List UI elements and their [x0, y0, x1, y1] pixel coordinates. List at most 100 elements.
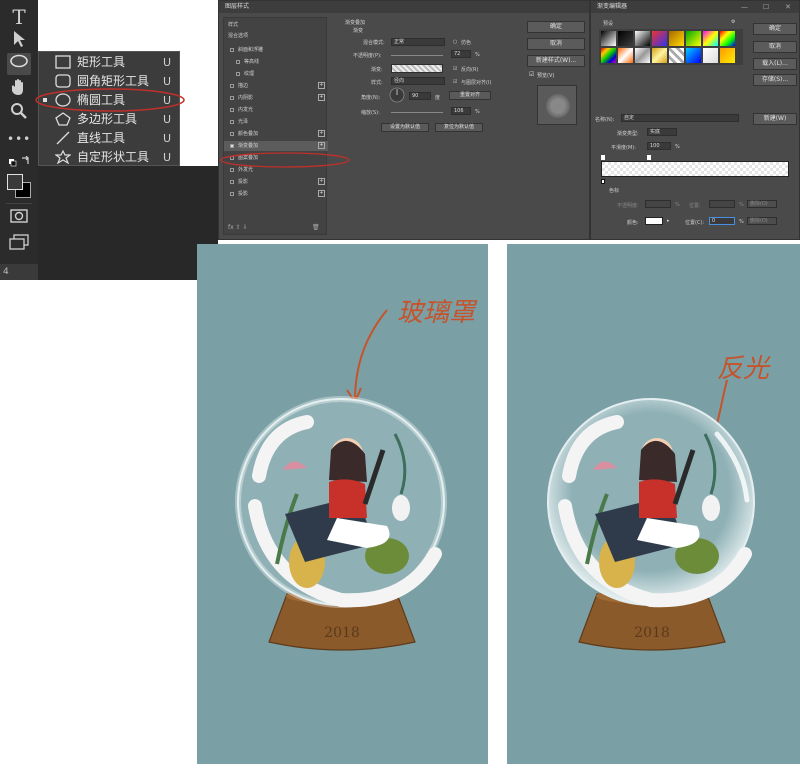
line-tool-item[interactable]: 直线工具 U [39, 129, 179, 148]
color-dropdown-arrow[interactable]: ▸ [667, 218, 670, 224]
maximize-icon[interactable]: ☐ [763, 1, 769, 13]
style-checkbox[interactable] [230, 108, 234, 112]
smoothness-input[interactable]: 100 [647, 142, 671, 150]
gradient-picker[interactable] [391, 64, 443, 73]
add-style-button[interactable]: + [318, 82, 325, 89]
preset-swatch[interactable] [635, 31, 650, 46]
style-item[interactable]: 内阴影 + [224, 93, 328, 103]
quick-mask-icon[interactable] [7, 208, 31, 230]
new-gradient-button[interactable]: 新建(W) [753, 113, 797, 125]
opacity-stop[interactable] [601, 155, 605, 160]
preset-swatch[interactable] [703, 31, 718, 46]
scale-slider[interactable] [391, 112, 443, 113]
hand-tool-icon[interactable] [7, 78, 31, 100]
more-tools-icon[interactable]: ••• [7, 128, 31, 150]
minimize-icon[interactable]: — [741, 1, 748, 13]
style-select[interactable]: 径向 [391, 77, 445, 85]
style-item[interactable]: 纹理 [224, 69, 328, 79]
style-checkbox[interactable] [236, 60, 240, 64]
style-checkbox[interactable] [230, 132, 234, 136]
preview-checkbox[interactable]: ☑ [529, 71, 534, 78]
color-stop[interactable] [601, 179, 605, 184]
name-input[interactable]: 自定 [621, 114, 739, 122]
ok-button[interactable]: 确定 [527, 21, 585, 33]
ellipse-tool-icon[interactable] [7, 53, 31, 75]
preset-swatch[interactable] [703, 48, 718, 63]
style-checkbox[interactable] [236, 72, 240, 76]
style-checkbox[interactable] [230, 192, 234, 196]
preset-swatch[interactable] [720, 31, 735, 46]
preset-swatch[interactable] [618, 31, 633, 46]
new-style-button[interactable]: 新建样式(W)... [527, 55, 585, 67]
zoom-tool-icon[interactable] [7, 102, 31, 124]
reset-default-button[interactable]: 复位为默认值 [435, 123, 483, 132]
style-item[interactable]: 描边 + [224, 81, 328, 91]
gradient-bar[interactable] [601, 161, 789, 177]
screen-mode-icon[interactable] [7, 234, 31, 256]
delete-color-stop-button[interactable]: 删除(D) [747, 217, 777, 225]
style-checkbox[interactable] [230, 180, 234, 184]
color-location-input[interactable]: 0 [709, 217, 735, 225]
style-checkbox[interactable] [230, 96, 234, 100]
style-checkbox[interactable] [230, 84, 234, 88]
opacity-slider[interactable] [391, 55, 443, 56]
preset-swatch[interactable] [720, 48, 735, 63]
color-swatches[interactable] [5, 172, 33, 200]
preset-swatch[interactable] [618, 48, 633, 63]
blend-options-item[interactable]: 混合选项 [224, 31, 328, 41]
fx-icon[interactable]: fx ⇧ ⇩ [228, 224, 248, 231]
style-item[interactable]: 等高线 [224, 57, 328, 67]
add-style-button[interactable]: + [318, 178, 325, 185]
stop-location-input[interactable] [709, 200, 735, 208]
type-tool-icon[interactable]: T [7, 6, 31, 28]
load-button[interactable]: 载入(L)... [753, 58, 797, 70]
style-checkbox[interactable] [230, 48, 234, 52]
scale-input[interactable]: 106 [451, 107, 471, 115]
reverse-checkbox[interactable]: ☑ [453, 66, 457, 72]
style-item-gradient-overlay[interactable]: 渐变叠加 + [224, 141, 328, 151]
foreground-color-swatch[interactable] [7, 174, 23, 190]
preset-swatch[interactable] [686, 31, 701, 46]
style-item[interactable]: 投影 + [224, 177, 328, 187]
style-item[interactable]: 颜色叠加 + [224, 129, 328, 139]
presets-gear-icon[interactable]: ⚙ [731, 19, 735, 25]
add-style-button[interactable]: + [318, 142, 325, 149]
style-checkbox-checked[interactable] [230, 144, 234, 148]
blend-mode-select[interactable]: 正常 [391, 38, 445, 46]
opacity-input[interactable]: 72 [451, 50, 471, 58]
preset-swatch[interactable] [601, 31, 616, 46]
angle-input[interactable]: 90 [409, 92, 431, 100]
set-default-button[interactable]: 设置为默认值 [381, 123, 429, 132]
style-item[interactable]: 内发光 [224, 105, 328, 115]
add-style-button[interactable]: + [318, 190, 325, 197]
swap-colors-icon[interactable] [7, 152, 31, 174]
preset-swatch[interactable] [601, 48, 616, 63]
reset-align-button[interactable]: 重置对齐 [449, 91, 491, 100]
cancel-button[interactable]: 取消 [527, 38, 585, 50]
preset-swatch[interactable] [652, 48, 667, 63]
preset-swatch[interactable] [669, 31, 684, 46]
stop-color-swatch[interactable] [645, 217, 663, 225]
preset-swatch[interactable] [669, 48, 684, 63]
stop-opacity-input[interactable] [645, 200, 671, 208]
align-checkbox[interactable]: ☑ [453, 79, 457, 85]
preset-swatch[interactable] [635, 48, 650, 63]
close-icon[interactable]: ✕ [785, 1, 791, 13]
rectangle-tool-item[interactable]: 矩形工具 U [39, 53, 179, 72]
style-item[interactable]: 投影 + [224, 189, 328, 199]
path-selection-tool-icon[interactable] [7, 30, 31, 52]
save-button[interactable]: 存储(S)... [753, 74, 797, 86]
dither-checkbox[interactable]: ○ [453, 39, 457, 45]
custom-shape-tool-item[interactable]: 自定形状工具 U [39, 148, 179, 167]
gradient-type-select[interactable]: 实底 [647, 128, 677, 136]
add-style-button[interactable]: + [318, 130, 325, 137]
opacity-stop[interactable] [647, 155, 651, 160]
add-style-button[interactable]: + [318, 94, 325, 101]
ok-button[interactable]: 确定 [753, 23, 797, 35]
preset-swatch[interactable] [686, 48, 701, 63]
style-item[interactable]: 斜面和浮雕 [224, 45, 328, 55]
style-checkbox[interactable] [230, 120, 234, 124]
style-item[interactable]: 光泽 [224, 117, 328, 127]
cancel-button[interactable]: 取消 [753, 41, 797, 53]
delete-opacity-stop-button[interactable]: 删除(D) [747, 200, 777, 208]
